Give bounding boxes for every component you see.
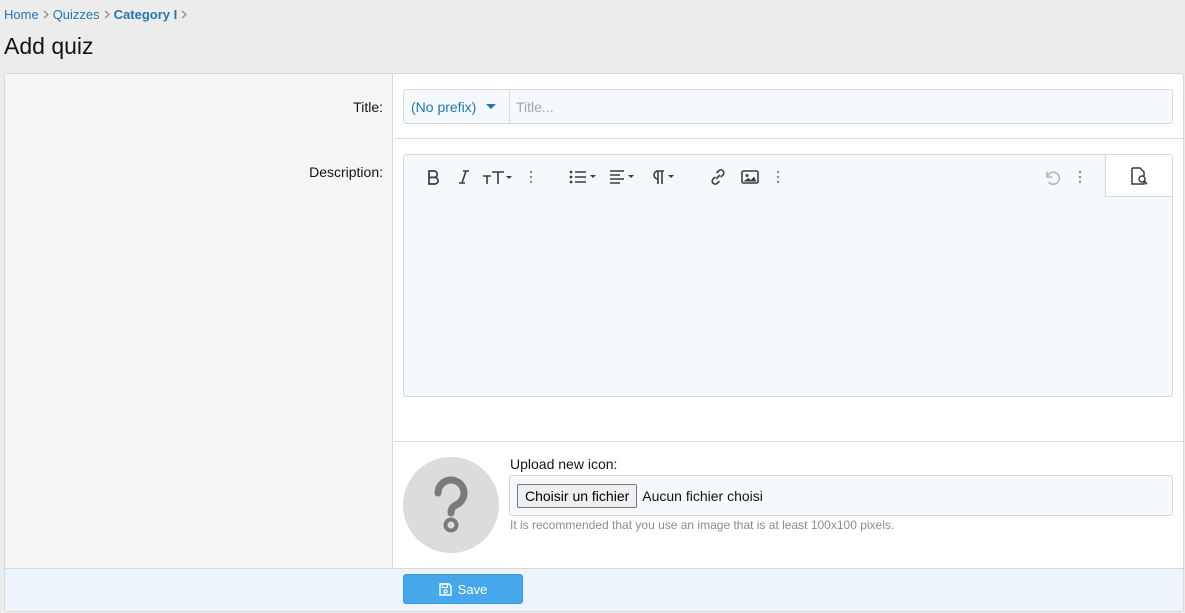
- choose-file-button[interactable]: Choisir un fichier: [517, 483, 638, 508]
- file-status: Aucun fichier choisi: [642, 487, 763, 504]
- form-footer: Save: [5, 568, 1183, 611]
- align-icon[interactable]: [609, 163, 639, 191]
- image-icon[interactable]: [739, 163, 761, 191]
- undo-icon[interactable]: [1041, 163, 1063, 191]
- file-input-wrapper: Choisir un fichier Aucun fichier choisi: [509, 475, 1173, 516]
- link-icon[interactable]: [707, 163, 729, 191]
- chevron-right-icon: [39, 10, 53, 19]
- title-label: Title:: [353, 99, 383, 115]
- row-divider: [394, 138, 1183, 139]
- breadcrumb-home[interactable]: Home: [4, 7, 39, 22]
- editor-toolbar: [404, 155, 1172, 197]
- description-label: Description:: [309, 164, 383, 180]
- caret-down-icon: [486, 104, 497, 109]
- bold-icon[interactable]: [422, 163, 444, 191]
- more-vertical-icon[interactable]: [524, 163, 538, 191]
- list-icon[interactable]: [569, 163, 599, 191]
- upload-hint: It is recommended that you use an image …: [510, 518, 895, 532]
- chevron-right-icon: [100, 10, 114, 19]
- breadcrumb-category[interactable]: Category I: [114, 7, 178, 22]
- label-column: Title: Description:: [5, 74, 393, 569]
- title-input-group: (No prefix): [403, 89, 1173, 124]
- more-vertical-icon[interactable]: [1073, 163, 1087, 191]
- breadcrumb-quizzes[interactable]: Quizzes: [53, 7, 100, 22]
- save-icon: [438, 582, 452, 596]
- upload-icon-label: Upload new icon:: [510, 456, 618, 472]
- prefix-select[interactable]: (No prefix): [404, 90, 510, 123]
- row-divider: [394, 441, 1183, 442]
- preview-icon[interactable]: [1105, 155, 1172, 197]
- font-size-icon[interactable]: [480, 163, 514, 191]
- prefix-value: (No prefix): [411, 98, 477, 115]
- page-title: Add quiz: [4, 33, 94, 59]
- title-input[interactable]: [510, 90, 1172, 123]
- save-button[interactable]: Save: [403, 574, 523, 604]
- question-mark-icon: [403, 457, 499, 553]
- chevron-right-icon: [177, 10, 191, 19]
- paragraph-icon[interactable]: [649, 163, 679, 191]
- breadcrumb: Home Quizzes Category I: [4, 6, 191, 22]
- italic-icon[interactable]: [453, 163, 475, 191]
- save-label: Save: [457, 581, 488, 597]
- add-quiz-form: Title: Description: (No prefix) Title...…: [4, 73, 1184, 612]
- description-editor: [403, 154, 1173, 397]
- description-textarea[interactable]: [404, 197, 1172, 396]
- more-vertical-icon[interactable]: [771, 163, 785, 191]
